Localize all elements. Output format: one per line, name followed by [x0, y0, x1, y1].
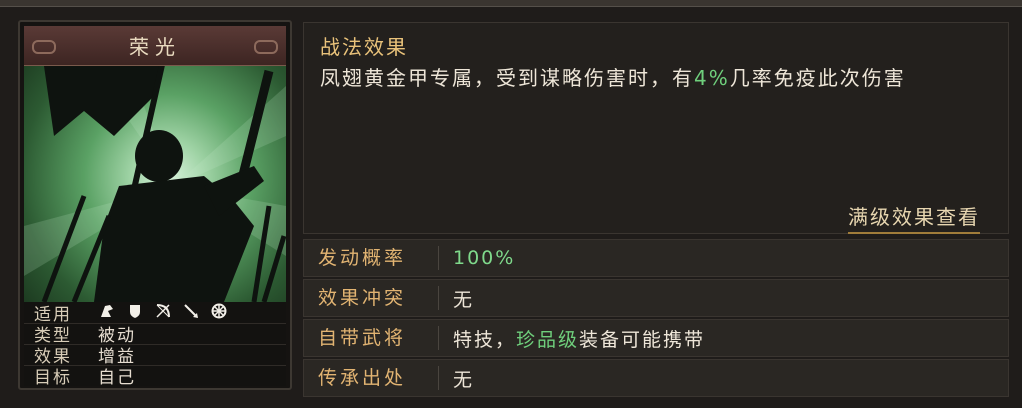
prop-row-own-general: 自带武将 特技，珍品级装备可能携带 [303, 319, 1009, 357]
effect-panel: 战法效果 凤翅黄金甲专属，受到谋略伤害时，有4%几率免疫此次伤害 满级效果查看 [303, 22, 1009, 234]
top-frame-strip [0, 0, 1022, 7]
prop-label-trigger-rate: 发动概率 [304, 246, 439, 270]
card-title-bar: 荣光 [24, 26, 286, 66]
skill-card: 荣光 适用 类型 被动 效果 增益 目标 自己 [18, 20, 292, 390]
prop-value-inherit-source: 无 [453, 368, 475, 391]
prop-row-trigger-rate: 发动概率 100% [303, 239, 1009, 277]
spear-icon [182, 303, 200, 323]
effect-text-after: 几率免疫此次伤害 [729, 66, 906, 90]
troop-type-icons [98, 303, 228, 323]
effect-text-before: 凤翅黄金甲专属，受到谋略伤害时，有 [320, 66, 694, 90]
prop-value-own-general: 特技，珍品级装备可能携带 [439, 325, 705, 352]
wheel-icon [210, 303, 228, 323]
info-label-target: 目标 [34, 368, 72, 388]
card-info-table: 适用 类型 被动 效果 增益 目标 自己 [24, 302, 286, 388]
prop-label-inherit-source: 传承出处 [304, 366, 439, 390]
view-full-level-effect-link[interactable]: 满级效果查看 [848, 201, 980, 234]
prop-row-inherit-source: 传承出处 无 [303, 359, 1009, 397]
warrior-silhouette-illustration [24, 26, 286, 302]
prop-label-effect-conflict: 效果冲突 [304, 286, 439, 310]
prop-value-trigger-rate: 100% [453, 247, 516, 269]
effect-description: 凤翅黄金甲专属，受到谋略伤害时，有4%几率免疫此次伤害 [320, 61, 990, 95]
skill-name: 荣光 [129, 35, 181, 59]
title-ornament-left [32, 40, 56, 54]
skill-artwork [24, 26, 286, 302]
own-general-text-before: 特技， [453, 328, 517, 351]
info-value-target: 自己 [98, 368, 136, 388]
own-general-rarity: 珍品级 [516, 328, 580, 351]
title-ornament-right [254, 40, 278, 54]
cavalry-icon [98, 303, 116, 323]
prop-row-effect-conflict: 效果冲突 无 [303, 279, 1009, 317]
info-row-target: 目标 自己 [24, 365, 286, 388]
effect-heading: 战法效果 [320, 35, 408, 59]
bow-icon [154, 303, 172, 323]
prop-value-effect-conflict: 无 [453, 288, 475, 311]
effect-chance-value: 4% [694, 66, 730, 90]
own-general-text-after: 装备可能携带 [579, 328, 706, 351]
shield-icon [126, 303, 144, 323]
prop-label-own-general: 自带武将 [304, 326, 439, 350]
